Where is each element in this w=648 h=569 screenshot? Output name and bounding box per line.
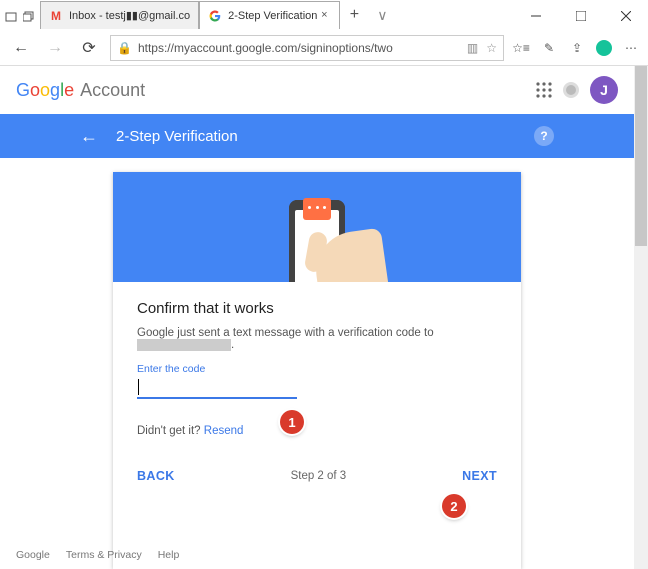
page-footer: Google Terms & Privacy Help — [16, 549, 179, 561]
refresh-button[interactable]: ⟳ — [76, 35, 102, 61]
scrollbar-thumb[interactable] — [635, 66, 647, 246]
more-icon[interactable]: ⋯ — [622, 39, 640, 57]
bluebar-back-icon[interactable]: ← — [80, 126, 98, 147]
hero-illustration — [113, 172, 521, 282]
tab-title: Inbox - testj▮▮@gmail.co — [69, 9, 190, 22]
code-field-label: Enter the code — [137, 363, 497, 375]
step-indicator: Step 2 of 3 — [175, 470, 462, 482]
footer-help[interactable]: Help — [158, 549, 180, 561]
gmail-favicon: M — [49, 9, 63, 23]
footer-google[interactable]: Google — [16, 549, 50, 561]
notifications-icon[interactable] — [566, 85, 576, 95]
minimize-button[interactable] — [513, 2, 558, 30]
card-heading: Confirm that it works — [137, 300, 497, 317]
card-description: Google just sent a text message with a v… — [137, 327, 497, 351]
account-word: Account — [80, 80, 145, 101]
google-favicon — [208, 9, 222, 23]
url-text: https://myaccount.google.com/signinoptio… — [138, 41, 467, 55]
close-window-button[interactable] — [603, 2, 648, 30]
annotation-marker-2: 2 — [442, 494, 466, 518]
google-logo: Google — [16, 80, 74, 101]
next-button[interactable]: NEXT — [462, 469, 497, 483]
lock-icon: 🔒 — [117, 41, 132, 55]
google-header: Google Account J — [0, 66, 634, 114]
sms-bubble-icon — [303, 198, 331, 220]
share-icon[interactable]: ⇪ — [568, 39, 586, 57]
page-bluebar: ← 2-Step Verification ? — [0, 114, 634, 158]
favorites-icon[interactable]: ☆≡ — [512, 39, 530, 57]
redacted-phone: xxxxxxxx — [137, 339, 231, 351]
grammarly-icon[interactable] — [596, 40, 612, 56]
reading-view-icon[interactable]: ▥ — [467, 41, 478, 55]
tab-options-button[interactable]: ∨ — [368, 7, 396, 24]
forward-button[interactable]: → — [42, 35, 68, 61]
resend-link[interactable]: Resend — [204, 425, 244, 437]
back-button-card[interactable]: BACK — [137, 469, 175, 483]
tab-2sv[interactable]: 2-Step Verification × — [199, 1, 340, 29]
bluebar-title: 2-Step Verification — [116, 128, 238, 145]
code-input[interactable] — [137, 377, 297, 399]
back-button[interactable]: ← — [8, 35, 34, 61]
footer-terms[interactable]: Terms & Privacy — [66, 549, 142, 561]
annotation-marker-1: 1 — [280, 410, 304, 434]
resend-row: Didn't get it? Resend — [137, 425, 497, 437]
tab-inbox[interactable]: M Inbox - testj▮▮@gmail.co — [40, 1, 199, 29]
window-stack-icon — [22, 10, 36, 24]
favorite-icon[interactable]: ☆ — [486, 41, 497, 55]
notes-icon[interactable]: ✎ — [540, 39, 558, 57]
window-icon — [4, 10, 18, 24]
close-icon[interactable]: × — [317, 9, 331, 23]
avatar[interactable]: J — [590, 76, 618, 104]
scrollbar[interactable] — [634, 66, 648, 569]
address-bar[interactable]: 🔒 https://myaccount.google.com/signinopt… — [110, 35, 504, 61]
new-tab-button[interactable]: + — [340, 6, 368, 24]
tab-title: 2-Step Verification — [228, 10, 317, 22]
apps-icon[interactable] — [536, 82, 552, 98]
maximize-button[interactable] — [558, 2, 603, 30]
help-icon[interactable]: ? — [534, 126, 554, 146]
